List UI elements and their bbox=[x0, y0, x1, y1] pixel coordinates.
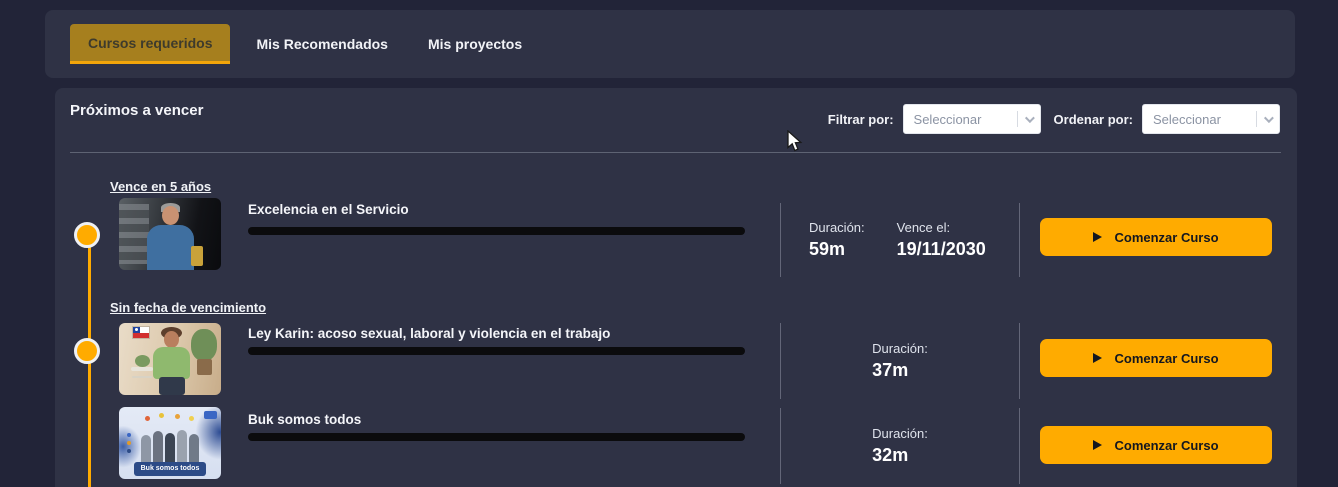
header-divider bbox=[70, 152, 1281, 153]
due-date-value: 19/11/2030 bbox=[897, 239, 986, 260]
sort-by-label: Ordenar por: bbox=[1054, 112, 1133, 127]
thumbnail-art bbox=[131, 367, 153, 371]
tab-mis-recomendados[interactable]: Mis Recomendados bbox=[242, 24, 401, 64]
filter-by-selected-value: Seleccionar bbox=[914, 112, 1017, 127]
course-thumbnail[interactable] bbox=[119, 198, 221, 270]
progress-bar bbox=[248, 227, 745, 235]
button-label: Comenzar Curso bbox=[1114, 438, 1218, 453]
comenzar-curso-button[interactable]: Comenzar Curso bbox=[1040, 218, 1272, 256]
duration-value: 37m bbox=[872, 360, 928, 381]
duration-value: 32m bbox=[872, 445, 928, 466]
play-icon bbox=[1093, 353, 1102, 363]
duration-value: 59m bbox=[809, 239, 865, 260]
thumbnail-art bbox=[135, 355, 150, 367]
progress-bar bbox=[248, 347, 745, 355]
chile-flag-icon bbox=[133, 327, 149, 338]
course-meta: Duración: 32m bbox=[780, 408, 1020, 484]
thumbnail-art bbox=[191, 246, 203, 266]
thumbnail-art bbox=[119, 204, 149, 264]
course-title: Excelencia en el Servicio bbox=[248, 202, 409, 217]
thumbnail-art bbox=[153, 431, 163, 463]
course-meta: Duración: 37m bbox=[780, 323, 1020, 399]
proximos-a-vencer-panel: Próximos a vencer Filtrar por: Seleccion… bbox=[55, 88, 1297, 487]
thumbnail-art bbox=[197, 359, 212, 375]
comenzar-curso-button[interactable]: Comenzar Curso bbox=[1040, 339, 1272, 377]
thumbnail-art bbox=[165, 433, 175, 463]
filter-by-label: Filtrar por: bbox=[828, 112, 894, 127]
duration-label: Duración: bbox=[809, 220, 865, 235]
button-label: Comenzar Curso bbox=[1114, 230, 1218, 245]
group-label-vence-5-anos: Vence en 5 años bbox=[110, 179, 211, 194]
buk-logo-badge bbox=[204, 411, 217, 419]
timeline-dot bbox=[74, 338, 100, 364]
duration-block: Duración: 37m bbox=[872, 341, 928, 381]
chevron-down-icon bbox=[1264, 113, 1274, 123]
due-date-label: Vence el: bbox=[897, 220, 986, 235]
sort-by-selected-value: Seleccionar bbox=[1153, 112, 1256, 127]
select-divider bbox=[1256, 111, 1257, 127]
tab-cursos-requeridos[interactable]: Cursos requeridos bbox=[70, 24, 230, 64]
button-label: Comenzar Curso bbox=[1114, 351, 1218, 366]
tabs-bar: Cursos requeridos Mis Recomendados Mis p… bbox=[45, 10, 1295, 78]
select-divider bbox=[1017, 111, 1018, 127]
duration-block: Duración: 59m bbox=[809, 220, 865, 260]
tab-mis-proyectos[interactable]: Mis proyectos bbox=[414, 24, 536, 64]
course-meta: Duración: 59m Vence el: 19/11/2030 bbox=[780, 203, 1020, 277]
chevron-down-icon bbox=[1024, 113, 1034, 123]
thumbnail-art bbox=[153, 347, 190, 379]
play-icon bbox=[1093, 440, 1102, 450]
panel-title: Próximos a vencer bbox=[70, 102, 203, 119]
play-icon bbox=[1093, 232, 1102, 242]
duration-block: Duración: 32m bbox=[872, 426, 928, 466]
thumbnail-art bbox=[145, 416, 150, 421]
duration-label: Duración: bbox=[872, 341, 928, 356]
comenzar-curso-button[interactable]: Comenzar Curso bbox=[1040, 426, 1272, 464]
filter-sort-bar: Filtrar por: Seleccionar Ordenar por: Se… bbox=[828, 104, 1280, 134]
thumbnail-art bbox=[175, 414, 180, 419]
progress-bar bbox=[248, 433, 745, 441]
thumbnail-caption: Buk somos todos bbox=[134, 462, 206, 476]
course-title: Ley Karin: acoso sexual, laboral y viole… bbox=[248, 326, 610, 341]
thumbnail-art bbox=[162, 206, 179, 225]
thumbnail-art bbox=[191, 329, 217, 361]
group-label-sin-fecha: Sin fecha de vencimiento bbox=[110, 300, 266, 315]
thumbnail-art bbox=[189, 416, 194, 421]
thumbnail-art bbox=[164, 331, 179, 348]
duration-label: Duración: bbox=[872, 426, 928, 441]
sort-by-select[interactable]: Seleccionar bbox=[1142, 104, 1280, 134]
thumbnail-art bbox=[127, 433, 131, 437]
thumbnail-art bbox=[159, 413, 164, 418]
thumbnail-art bbox=[189, 434, 199, 463]
thumbnail-art bbox=[141, 435, 151, 463]
due-date-block: Vence el: 19/11/2030 bbox=[897, 220, 986, 260]
learning-dashboard: Cursos requeridos Mis Recomendados Mis p… bbox=[0, 0, 1338, 487]
course-thumbnail[interactable] bbox=[119, 323, 221, 395]
thumbnail-art bbox=[147, 225, 194, 270]
course-thumbnail[interactable]: Buk somos todos bbox=[119, 407, 221, 479]
filter-by-select[interactable]: Seleccionar bbox=[903, 104, 1041, 134]
thumbnail-art bbox=[177, 430, 187, 463]
course-title: Buk somos todos bbox=[248, 412, 361, 427]
timeline-dot bbox=[74, 222, 100, 248]
thumbnail-art bbox=[159, 377, 185, 395]
